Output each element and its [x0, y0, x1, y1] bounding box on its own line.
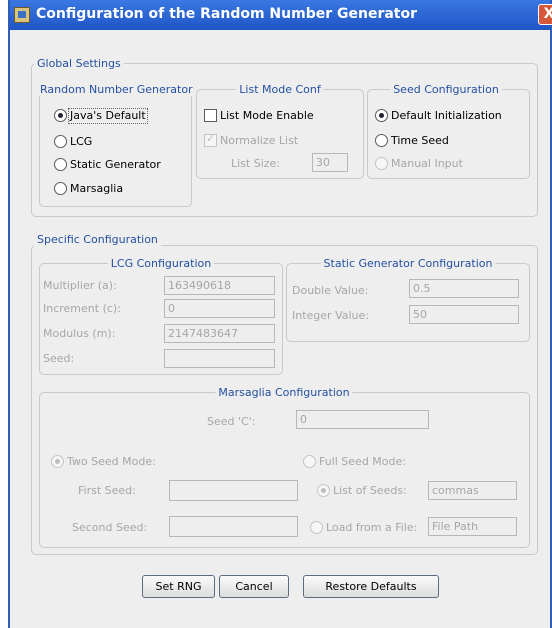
cancel-button[interactable]: Cancel	[219, 575, 289, 598]
radio-lcg[interactable]: LCG	[54, 135, 92, 149]
radio-full-seed-mode[interactable]: Full Seed Mode:	[303, 455, 406, 469]
modulus-label: Modulus (m):	[43, 327, 116, 340]
multiplier-label: Multiplier (a):	[43, 279, 117, 292]
first-seed-label: First Seed:	[78, 484, 136, 497]
file-path-field[interactable]: File Path	[428, 517, 517, 536]
radio-icon	[375, 134, 388, 147]
first-seed-field[interactable]	[169, 480, 298, 501]
radio-manual-input-label: Manual Input	[391, 157, 463, 170]
increment-field[interactable]: 0	[164, 299, 275, 318]
specific-configuration-legend: Specific Configuration	[34, 233, 161, 246]
radio-javas-default[interactable]: Java's Default	[54, 108, 148, 124]
two-seed-mode-label: Two Seed Mode:	[67, 455, 156, 468]
radio-default-initialization-label: Default Initialization	[391, 109, 502, 122]
global-settings-legend: Global Settings	[34, 57, 124, 70]
radio-load-from-file[interactable]: Load from a File:	[310, 521, 417, 535]
static-generator-legend: Static Generator Configuration	[320, 257, 496, 270]
increment-label: Increment (c):	[43, 302, 121, 315]
radio-marsaglia-label: Marsaglia	[70, 182, 124, 195]
radio-icon	[375, 157, 388, 170]
double-value-field[interactable]: 0.5	[409, 279, 519, 298]
multiplier-field[interactable]: 163490618	[164, 276, 275, 295]
lcg-seed-field[interactable]	[164, 349, 275, 368]
checkbox-checked-icon	[204, 132, 217, 147]
full-seed-mode-label: Full Seed Mode:	[319, 455, 406, 468]
radio-two-seed-mode[interactable]: Two Seed Mode:	[51, 455, 156, 469]
radio-icon	[54, 135, 67, 148]
list-size-field[interactable]: 30	[312, 153, 348, 172]
marsaglia-configuration-legend: Marsaglia Configuration	[215, 386, 353, 399]
integer-value-label: Integer Value:	[292, 309, 369, 322]
radio-icon	[310, 521, 323, 534]
radio-icon	[54, 182, 67, 195]
list-of-seeds-label: List of Seeds:	[333, 484, 407, 497]
title-bar[interactable]: Configuration of the Random Number Gener…	[10, 0, 552, 30]
close-icon[interactable]: X	[538, 4, 552, 25]
integer-value-field[interactable]: 50	[409, 305, 519, 324]
radio-lcg-label: LCG	[70, 135, 93, 148]
seed-label: Seed:	[43, 352, 75, 365]
static-generator-group	[286, 263, 530, 342]
double-value-label: Double Value:	[292, 284, 369, 297]
radio-list-of-seeds[interactable]: List of Seeds:	[317, 484, 407, 498]
window-title: Configuration of the Random Number Gener…	[36, 6, 418, 22]
radio-selected-icon	[51, 455, 64, 468]
seed-c-label: Seed 'C':	[207, 415, 256, 428]
list-of-seeds-field[interactable]: commas	[428, 481, 517, 500]
radio-time-seed[interactable]: Time Seed	[375, 134, 449, 148]
seed-configuration-legend: Seed Configuration	[390, 83, 502, 96]
second-seed-field[interactable]	[169, 516, 298, 537]
radio-icon	[54, 158, 67, 171]
load-from-file-label: Load from a File:	[326, 521, 418, 534]
second-seed-label: Second Seed:	[72, 521, 148, 534]
restore-defaults-button[interactable]: Restore Defaults	[303, 575, 439, 598]
lcg-configuration-legend: LCG Configuration	[107, 257, 215, 270]
rng-legend: Random Number Generator	[37, 83, 196, 96]
radio-selected-icon	[375, 109, 388, 122]
radio-manual-input[interactable]: Manual Input	[375, 157, 463, 171]
normalize-list-label: Normalize List	[220, 134, 299, 147]
radio-static-generator-label: Static Generator	[70, 158, 161, 171]
radio-marsaglia[interactable]: Marsaglia	[54, 182, 123, 196]
list-mode-enable-checkbox[interactable]: List Mode Enable	[204, 109, 314, 123]
list-size-label: List Size:	[231, 157, 281, 170]
set-rng-button[interactable]: Set RNG	[142, 575, 215, 598]
modulus-field[interactable]: 2147483647	[164, 324, 275, 343]
radio-time-seed-label: Time Seed	[391, 134, 449, 147]
radio-static-generator[interactable]: Static Generator	[54, 158, 161, 172]
radio-selected-icon	[317, 484, 330, 497]
checkbox-icon	[204, 109, 217, 122]
radio-icon	[303, 455, 316, 468]
radio-javas-default-label: Java's Default	[70, 109, 146, 122]
java-app-icon	[14, 7, 30, 23]
list-mode-enable-label: List Mode Enable	[220, 109, 314, 122]
radio-default-initialization[interactable]: Default Initialization	[375, 109, 502, 123]
radio-selected-icon	[54, 109, 67, 122]
seed-c-field[interactable]: 0	[296, 410, 429, 429]
configuration-dialog: Configuration of the Random Number Gener…	[8, 0, 552, 628]
list-mode-legend: List Mode Conf	[236, 83, 324, 96]
normalize-list-checkbox[interactable]: Normalize List	[204, 132, 299, 148]
